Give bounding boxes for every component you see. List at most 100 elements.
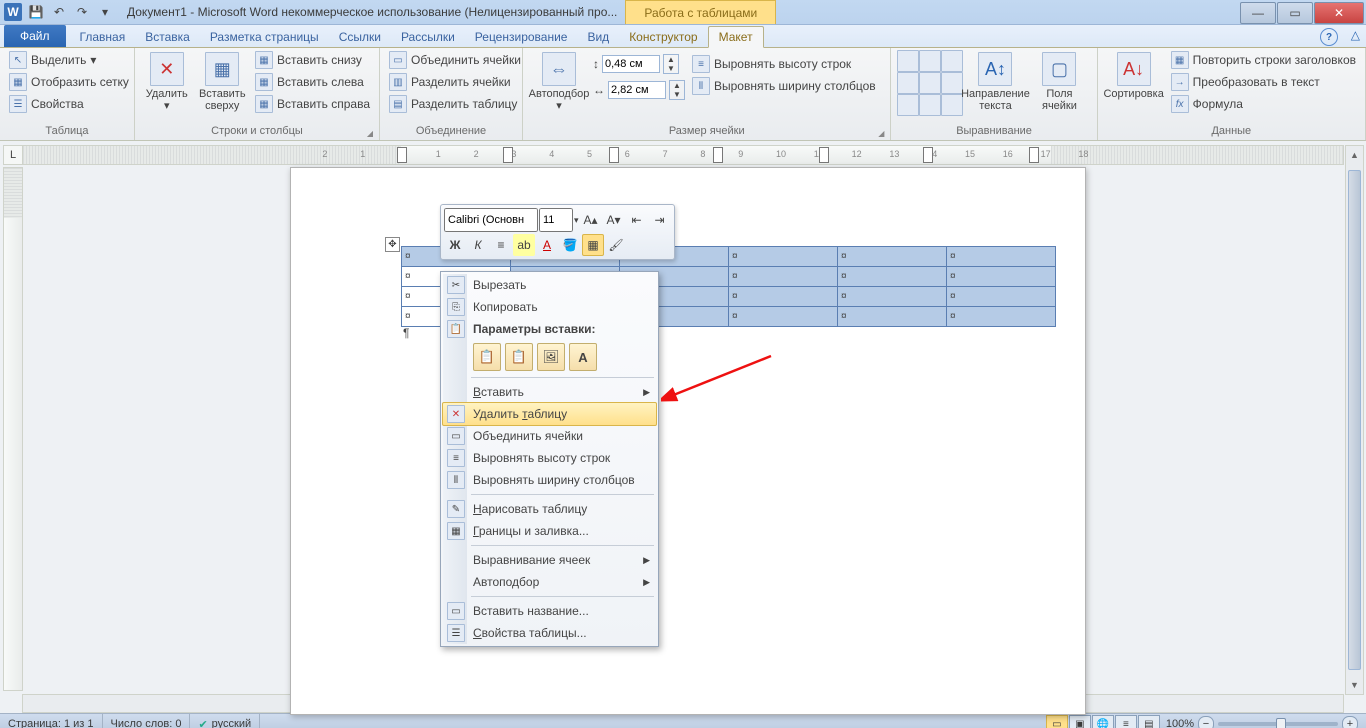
select-button[interactable]: ↖Выделить ▾ [6,50,132,70]
print-layout-view-icon[interactable]: ▭ [1046,715,1068,728]
tab-page-layout[interactable]: Разметка страницы [200,27,329,47]
italic-icon[interactable]: К [467,234,489,256]
minimize-button[interactable]: — [1240,2,1276,24]
save-icon[interactable]: 💾 [26,2,46,22]
properties-button[interactable]: ☰Свойства [6,94,132,114]
tab-references[interactable]: Ссылки [329,27,391,47]
ctx-distribute-cols[interactable]: ⦀Выровнять ширину столбцов [443,469,656,491]
view-gridlines-button[interactable]: ▦Отобразить сетку [6,72,132,92]
ctx-insert-caption[interactable]: ▭Вставить название... [443,600,656,622]
align-tr[interactable] [941,50,963,72]
qat-customize-icon[interactable]: ▾ [95,2,115,22]
tab-design[interactable]: Конструктор [619,27,707,47]
ctx-table-properties[interactable]: ☰Свойства таблицы... [443,622,656,644]
font-combo[interactable] [444,208,538,232]
horizontal-ruler[interactable]: 210123456789101112131415161718 [22,145,1344,165]
cell-margins-button[interactable]: ▢Поля ячейки [1029,50,1089,114]
insert-above-button[interactable]: ▦Вставить сверху [197,50,249,114]
merge-cells-button[interactable]: ▭Объединить ячейки [386,50,524,70]
align-mc[interactable] [919,72,941,94]
tab-view[interactable]: Вид [577,27,619,47]
borders-icon[interactable]: ▦ [582,234,604,256]
ctx-insert[interactable]: Вставить▶ [443,381,656,403]
ctx-distribute-rows[interactable]: ≡Выровнять высоту строк [443,447,656,469]
increase-indent-icon[interactable]: ⇥ [649,209,671,231]
shrink-font-icon[interactable]: A▾ [603,209,625,231]
group-label-rows-cols[interactable]: Строки и столбцы [141,123,373,140]
ctx-delete-table[interactable]: ✕Удалить таблицу [442,402,657,426]
align-tc[interactable] [919,50,941,72]
status-page[interactable]: Страница: 1 из 1 [0,714,103,728]
maximize-button[interactable]: ▭ [1277,2,1313,24]
zoom-in-button[interactable]: + [1342,716,1358,728]
paste-text-only-icon[interactable]: A [569,343,597,371]
insert-right-button[interactable]: ▦Вставить справа [252,94,373,114]
decrease-indent-icon[interactable]: ⇤ [626,209,648,231]
font-color-icon[interactable]: A [536,234,558,256]
formula-button[interactable]: fxФормула [1168,94,1359,114]
convert-to-text-button[interactable]: →Преобразовать в текст [1168,72,1359,92]
align-center-icon[interactable]: ≡ [490,234,512,256]
align-bl[interactable] [897,94,919,116]
tab-layout[interactable]: Макет [708,26,764,48]
outline-view-icon[interactable]: ≡ [1115,715,1137,728]
grow-font-icon[interactable]: A▴ [580,209,602,231]
sort-button[interactable]: A↓Сортировка [1104,50,1164,102]
format-painter-icon[interactable]: 🖌 [605,234,627,256]
tab-selector[interactable]: L [3,145,23,165]
distribute-columns-button[interactable]: ⦀Выровнять ширину столбцов [689,76,879,96]
web-layout-view-icon[interactable]: 🌐 [1092,715,1114,728]
tab-insert[interactable]: Вставка [135,27,200,47]
table-move-handle[interactable]: ✥ [385,237,400,252]
tab-mailings[interactable]: Рассылки [391,27,465,47]
tab-file[interactable]: Файл [4,25,66,47]
tab-review[interactable]: Рецензирование [465,27,578,47]
paste-as-picture-icon[interactable]: 🖼 [537,343,565,371]
ctx-autofit[interactable]: Автоподбор▶ [443,571,656,593]
page[interactable]: ✥ ¤¤¤¤¤¤ ¤¤¤¤¤¤ ¤¤¤¤¤¤ ¤¤¤¤¤¤ ¶ ▾ A▴ A▾ … [290,167,1086,715]
align-ml[interactable] [897,72,919,94]
shading-icon[interactable]: 🪣 [559,234,581,256]
split-cells-button[interactable]: ▥Разделить ячейки [386,72,524,92]
delete-button[interactable]: ✕Удалить▾ [141,50,193,114]
vertical-scrollbar[interactable]: ▲ ▼ [1345,145,1364,695]
status-language[interactable]: ✔русский [190,714,260,728]
draft-view-icon[interactable]: ▤ [1138,715,1160,728]
insert-left-button[interactable]: ▦Вставить слева [252,72,373,92]
ctx-cell-alignment[interactable]: Выравнивание ячеек▶ [443,549,656,571]
font-size-combo[interactable] [539,208,573,232]
undo-icon[interactable]: ↶ [49,2,69,22]
paste-keep-formatting-icon[interactable]: 📋 [473,343,501,371]
help-icon[interactable]: ? [1320,28,1338,46]
text-direction-button[interactable]: A↕Направление текста [965,50,1025,114]
redo-icon[interactable]: ↷ [72,2,92,22]
bold-icon[interactable]: Ж [444,234,466,256]
close-button[interactable]: ✕ [1314,2,1364,24]
tab-home[interactable]: Главная [70,27,136,47]
column-width-input[interactable]: ↔▲▼ [593,80,685,100]
app-icon[interactable]: W [4,3,22,21]
repeat-header-button[interactable]: ▦Повторить строки заголовков [1168,50,1359,70]
align-tl[interactable] [897,50,919,72]
split-table-button[interactable]: ▤Разделить таблицу [386,94,524,114]
scrollbar-thumb[interactable] [1348,170,1361,670]
ctx-merge-cells[interactable]: ▭Объединить ячейки [443,425,656,447]
zoom-out-button[interactable]: − [1198,716,1214,728]
status-word-count[interactable]: Число слов: 0 [103,714,191,728]
zoom-slider[interactable] [1218,722,1338,726]
minimize-ribbon-icon[interactable]: △ [1351,28,1360,42]
ctx-draw-table[interactable]: ✎Нарисовать таблицу [443,498,656,520]
distribute-rows-button[interactable]: ≡Выровнять высоту строк [689,54,879,74]
insert-below-button[interactable]: ▦Вставить снизу [252,50,373,70]
zoom-level[interactable]: 100% [1166,718,1194,728]
row-height-input[interactable]: ↕▲▼ [593,54,685,74]
ctx-copy[interactable]: ⎘Копировать [443,296,656,318]
paste-merge-formatting-icon[interactable]: 📋 [505,343,533,371]
ctx-cut[interactable]: ✂Вырезать [443,274,656,296]
vertical-ruler[interactable] [3,167,23,691]
autofit-button[interactable]: ⇔Автоподбор▾ [529,50,589,114]
fullscreen-reading-view-icon[interactable]: ▣ [1069,715,1091,728]
align-bc[interactable] [919,94,941,116]
ctx-borders-shading[interactable]: ▦Границы и заливка... [443,520,656,542]
highlight-icon[interactable]: ab [513,234,535,256]
